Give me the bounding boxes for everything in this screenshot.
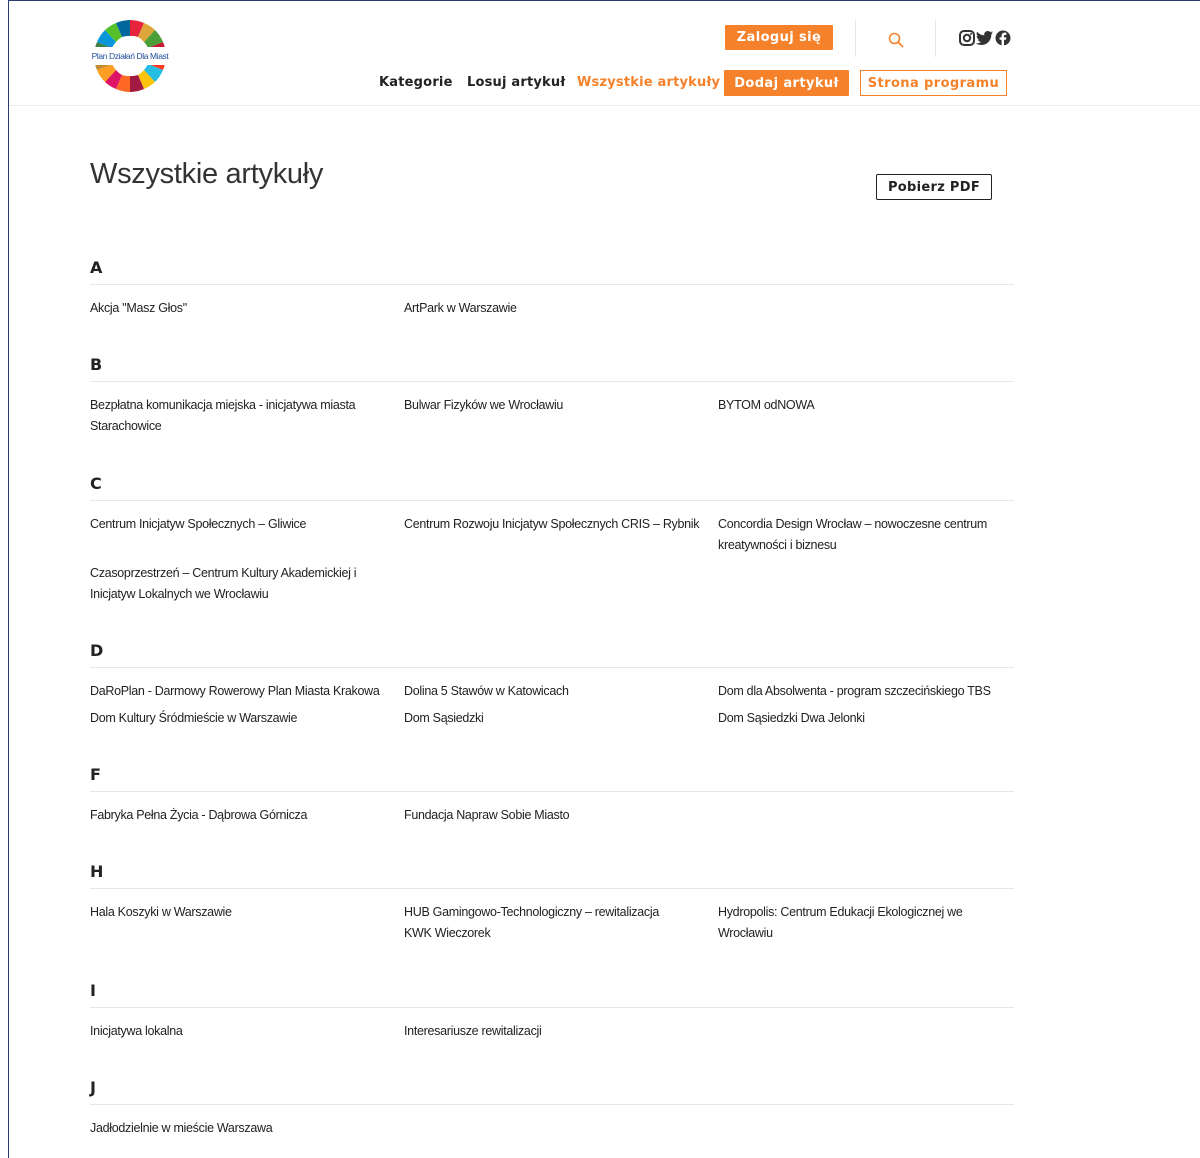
section-letter: H bbox=[90, 862, 104, 881]
article-link[interactable]: Interesariusze rewitalizacji bbox=[404, 1021, 704, 1042]
section-divider bbox=[90, 381, 1014, 382]
section-divider bbox=[90, 667, 1014, 668]
section-letter: F bbox=[90, 765, 101, 784]
section-letter: A bbox=[90, 258, 103, 277]
instagram-icon[interactable] bbox=[959, 29, 975, 47]
article-link[interactable]: BYTOM odNOWA bbox=[718, 395, 1018, 416]
nav-all-articles[interactable]: Wszystkie artykuły bbox=[577, 75, 720, 90]
section-divider bbox=[90, 284, 1014, 285]
article-link[interactable]: Czasoprzestrzeń – Centrum Kultury Akadem… bbox=[90, 563, 390, 605]
article-link[interactable]: DaRoPlan - Darmowy Rowerowy Plan Miasta … bbox=[90, 681, 390, 702]
section-divider bbox=[90, 1104, 1014, 1105]
facebook-icon[interactable] bbox=[995, 29, 1011, 47]
article-link[interactable]: Inicjatywa lokalna bbox=[90, 1021, 390, 1042]
article-link[interactable]: Centrum Inicjatyw Społecznych – Gliwice bbox=[90, 514, 390, 535]
section-letter: J bbox=[90, 1078, 96, 1097]
article-link[interactable]: Dom Sąsiedzki Dwa Jelonki bbox=[718, 708, 1018, 729]
article-link[interactable]: Centrum Rozwoju Inicjatyw Społecznych CR… bbox=[404, 514, 704, 535]
twitter-icon[interactable] bbox=[976, 29, 994, 47]
article-link[interactable]: Jadłodzielnie w mieście Warszawa bbox=[90, 1118, 390, 1139]
article-link[interactable]: Concordia Design Wrocław – nowoczesne ce… bbox=[718, 514, 988, 556]
search-icon[interactable] bbox=[887, 31, 905, 49]
article-link[interactable]: Dolina 5 Stawów w Katowicach bbox=[404, 681, 704, 702]
article-link[interactable]: Dom Sąsiedzki bbox=[404, 708, 704, 729]
article-link[interactable]: Dom dla Absolwenta - program szczeciński… bbox=[718, 681, 1018, 702]
section-divider bbox=[90, 500, 1014, 501]
site-logo[interactable]: Plan Działań Dla Miast bbox=[90, 18, 170, 94]
article-link[interactable]: Fabryka Pełna Życia - Dąbrowa Górnicza bbox=[90, 805, 390, 826]
section-divider bbox=[90, 888, 1014, 889]
header-separator bbox=[855, 19, 856, 57]
section-letter: I bbox=[90, 981, 96, 1000]
header-separator bbox=[935, 19, 936, 57]
article-link[interactable]: Dom Kultury Śródmieście w Warszawie bbox=[90, 708, 390, 729]
article-link[interactable]: Bezpłatna komunikacja miejska - inicjaty… bbox=[90, 395, 360, 437]
article-link[interactable]: Fundacja Napraw Sobie Miasto bbox=[404, 805, 704, 826]
article-link[interactable]: HUB Gamingowo-Technologiczny – rewitaliz… bbox=[404, 902, 674, 944]
nav-categories[interactable]: Kategorie bbox=[379, 75, 453, 90]
article-link[interactable]: Bulwar Fizyków we Wrocławiu bbox=[404, 395, 704, 416]
article-link[interactable]: Akcja "Masz Głos" bbox=[90, 298, 390, 319]
add-article-button[interactable]: Dodaj artykuł bbox=[724, 70, 849, 96]
site-header: Plan Działań Dla Miast Zaloguj się Kateg… bbox=[9, 1, 1200, 106]
section-letter: D bbox=[90, 641, 104, 660]
article-link[interactable]: Hydropolis: Centrum Edukacji Ekologiczne… bbox=[718, 902, 1018, 944]
article-link[interactable]: ArtPark w Warszawie bbox=[404, 298, 704, 319]
article-link[interactable]: Hala Koszyki w Warszawie bbox=[90, 902, 390, 923]
nav-random-article[interactable]: Losuj artykuł bbox=[467, 75, 565, 90]
section-letter: B bbox=[90, 355, 103, 374]
page-title: Wszystkie artykuły bbox=[90, 158, 324, 190]
section-letter: C bbox=[90, 474, 102, 493]
download-pdf-button[interactable]: Pobierz PDF bbox=[876, 174, 992, 200]
login-button[interactable]: Zaloguj się bbox=[725, 25, 833, 50]
logo-text: Plan Działań Dla Miast bbox=[92, 51, 170, 61]
section-divider bbox=[90, 1007, 1014, 1008]
section-divider bbox=[90, 791, 1014, 792]
program-site-button[interactable]: Strona programu bbox=[860, 70, 1007, 96]
